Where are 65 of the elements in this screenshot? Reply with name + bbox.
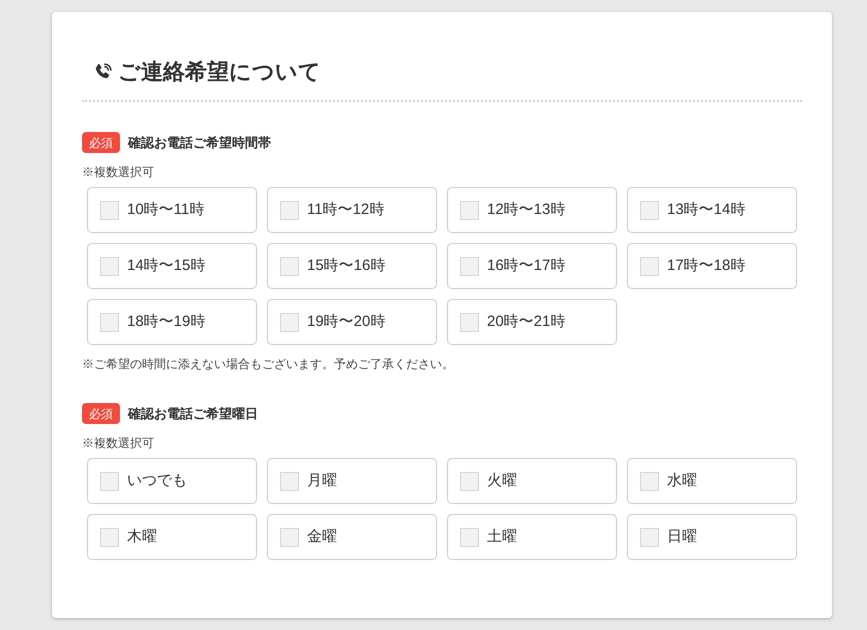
checkbox-option[interactable]: 木曜	[87, 514, 257, 560]
option-label: 10時〜11時	[127, 200, 204, 220]
option-label: 12時〜13時	[487, 200, 566, 220]
checkbox[interactable]	[100, 256, 119, 276]
checkbox[interactable]	[280, 528, 299, 546]
checkbox-option[interactable]: 月曜	[267, 458, 437, 504]
checkbox[interactable]	[280, 200, 299, 220]
checkbox[interactable]	[100, 200, 119, 220]
checkbox[interactable]	[640, 256, 659, 276]
option-label: 17時〜18時	[667, 256, 746, 276]
checkbox-option[interactable]: 17時〜18時	[627, 243, 797, 289]
checkbox[interactable]	[460, 528, 479, 546]
field-note: ※複数選択可	[82, 164, 155, 181]
checkbox[interactable]	[280, 256, 299, 276]
option-label: 19時〜20時	[307, 312, 386, 332]
checkbox[interactable]	[640, 528, 659, 546]
checkbox-option[interactable]: いつでも	[87, 458, 257, 504]
option-label: 14時〜15時	[127, 256, 206, 276]
checkbox-option[interactable]: 11時〜12時	[267, 187, 437, 233]
checkbox[interactable]	[640, 472, 659, 490]
checkbox[interactable]	[100, 528, 119, 546]
option-label: 土曜	[487, 526, 517, 547]
checkbox-option[interactable]: 14時〜15時	[87, 243, 257, 289]
checkbox-option[interactable]: 日曜	[627, 514, 797, 560]
option-label: 金曜	[307, 526, 337, 547]
checkbox[interactable]	[280, 472, 299, 490]
option-label: 水曜	[667, 470, 697, 491]
checkbox-option[interactable]: 13時〜14時	[627, 187, 797, 233]
checkbox-option[interactable]: 19時〜20時	[267, 299, 437, 345]
checkbox[interactable]	[460, 472, 479, 490]
checkbox-option[interactable]: 水曜	[627, 458, 797, 504]
option-label: 18時〜19時	[127, 312, 206, 332]
checkbox-option[interactable]: 15時〜16時	[267, 243, 437, 289]
checkbox[interactable]	[100, 312, 119, 332]
checkbox-option[interactable]: 土曜	[447, 514, 617, 560]
checkbox-option[interactable]: 18時〜19時	[87, 299, 257, 345]
checkbox[interactable]	[100, 472, 119, 490]
required-badge: 必須	[82, 403, 120, 424]
checkbox[interactable]	[460, 312, 479, 332]
field-footnote: ※ご希望の時間に添えない場合もございます。予めご了承ください。	[82, 356, 455, 373]
checkbox-option[interactable]: 20時〜21時	[447, 299, 617, 345]
option-label: 20時〜21時	[487, 312, 566, 332]
field-label: 確認お電話ご希望時間帯	[128, 134, 271, 152]
section-title: ご連絡希望について	[118, 58, 321, 86]
checkbox[interactable]	[460, 200, 479, 220]
checkbox-option[interactable]: 火曜	[447, 458, 617, 504]
option-label: 11時〜12時	[307, 200, 384, 220]
option-label: 火曜	[487, 470, 517, 491]
option-label: 16時〜17時	[487, 256, 566, 276]
field-note: ※複数選択可	[82, 435, 155, 452]
checkbox-option[interactable]: 16時〜17時	[447, 243, 617, 289]
field-label: 確認お電話ご希望曜日	[128, 404, 258, 423]
option-label: 月曜	[307, 470, 337, 491]
required-badge: 必須	[82, 132, 120, 153]
option-label: 13時〜14時	[667, 200, 746, 220]
option-label: 木曜	[127, 526, 157, 547]
checkbox[interactable]	[640, 200, 659, 220]
checkbox-option[interactable]: 12時〜13時	[447, 187, 617, 233]
checkbox[interactable]	[460, 256, 479, 276]
checkbox-option[interactable]: 10時〜11時	[87, 187, 257, 233]
checkbox[interactable]	[280, 312, 299, 332]
option-label: いつでも	[127, 470, 187, 491]
checkbox-option[interactable]: 金曜	[267, 514, 437, 560]
option-label: 日曜	[667, 526, 697, 547]
option-label: 15時〜16時	[307, 256, 386, 276]
